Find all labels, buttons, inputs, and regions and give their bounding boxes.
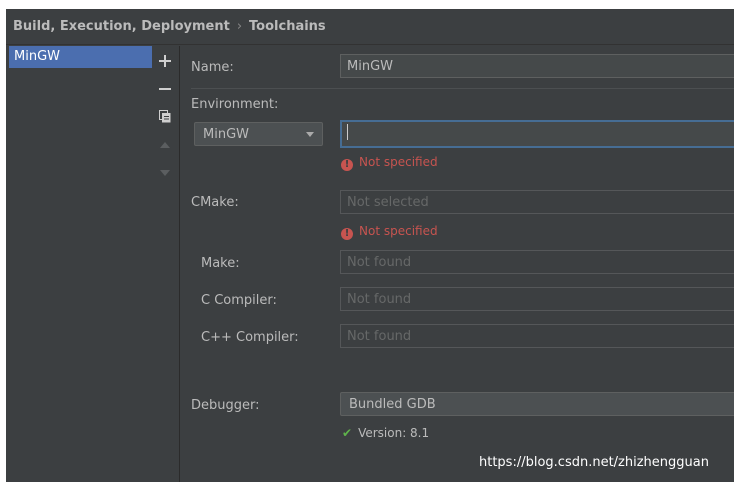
copy-icon [154, 110, 176, 123]
breadcrumb-current: Toolchains [249, 19, 326, 34]
add-icon [154, 55, 176, 67]
environment-dropdown[interactable]: MinGW [194, 122, 323, 146]
watermark: https://blog.csdn.net/zhizhengguan [479, 455, 709, 470]
text-caret [347, 124, 348, 140]
environment-path-field[interactable] [340, 120, 734, 148]
toolchains-settings-panel: Build, Execution, Deployment › Toolchains … [6, 9, 734, 482]
chevron-down-icon [306, 132, 314, 137]
move-up-icon [154, 141, 176, 149]
cmake-field[interactable]: Not selected [340, 190, 734, 214]
list-toolbar [152, 46, 180, 482]
cmake-label: CMake: [191, 195, 239, 210]
cmake-error: ! Not specified [341, 224, 438, 240]
debugger-dropdown[interactable]: Bundled GDB [340, 392, 734, 416]
c-compiler-field[interactable]: Not found [340, 287, 734, 311]
breadcrumb-parent[interactable]: Build, Execution, Deployment [13, 19, 230, 34]
move-up-button[interactable] [154, 136, 176, 158]
breadcrumb-separator: › [236, 19, 243, 34]
name-field[interactable]: MinGW [340, 54, 734, 78]
breadcrumb: Build, Execution, Deployment › Toolchains [13, 19, 326, 39]
cpp-compiler-field[interactable]: Not found [340, 324, 734, 348]
toolchains-list[interactable]: MinGW [9, 46, 153, 482]
environment-error: ! Not specified [341, 155, 438, 171]
remove-icon [154, 83, 176, 95]
name-label: Name: [191, 60, 234, 75]
debugger-version-text: Version: 8.1 [358, 426, 430, 440]
debugger-label: Debugger: [191, 398, 260, 413]
environment-error-text: Not specified [359, 155, 438, 169]
list-item-mingw[interactable]: MinGW [9, 46, 152, 68]
error-icon: ! [341, 159, 353, 171]
move-down-icon [154, 169, 176, 177]
cmake-error-text: Not specified [359, 224, 438, 238]
header-divider [6, 44, 734, 45]
debugger-version: ✔ Version: 8.1 [342, 426, 429, 440]
make-label: Make: [201, 256, 240, 271]
remove-button[interactable] [154, 78, 176, 100]
environment-label: Environment: [191, 97, 279, 112]
move-down-button[interactable] [154, 164, 176, 186]
error-icon: ! [341, 228, 353, 240]
make-field[interactable]: Not found [340, 250, 734, 274]
add-button[interactable] [154, 50, 176, 72]
debugger-dropdown-value: Bundled GDB [349, 397, 436, 412]
check-icon: ✔ [342, 426, 353, 440]
name-separator [191, 88, 734, 89]
c-compiler-label: C Compiler: [201, 293, 277, 308]
cpp-compiler-label: C++ Compiler: [201, 330, 299, 345]
copy-button[interactable] [154, 105, 176, 127]
environment-dropdown-value: MinGW [203, 127, 249, 142]
list-item-label: MinGW [14, 49, 60, 64]
